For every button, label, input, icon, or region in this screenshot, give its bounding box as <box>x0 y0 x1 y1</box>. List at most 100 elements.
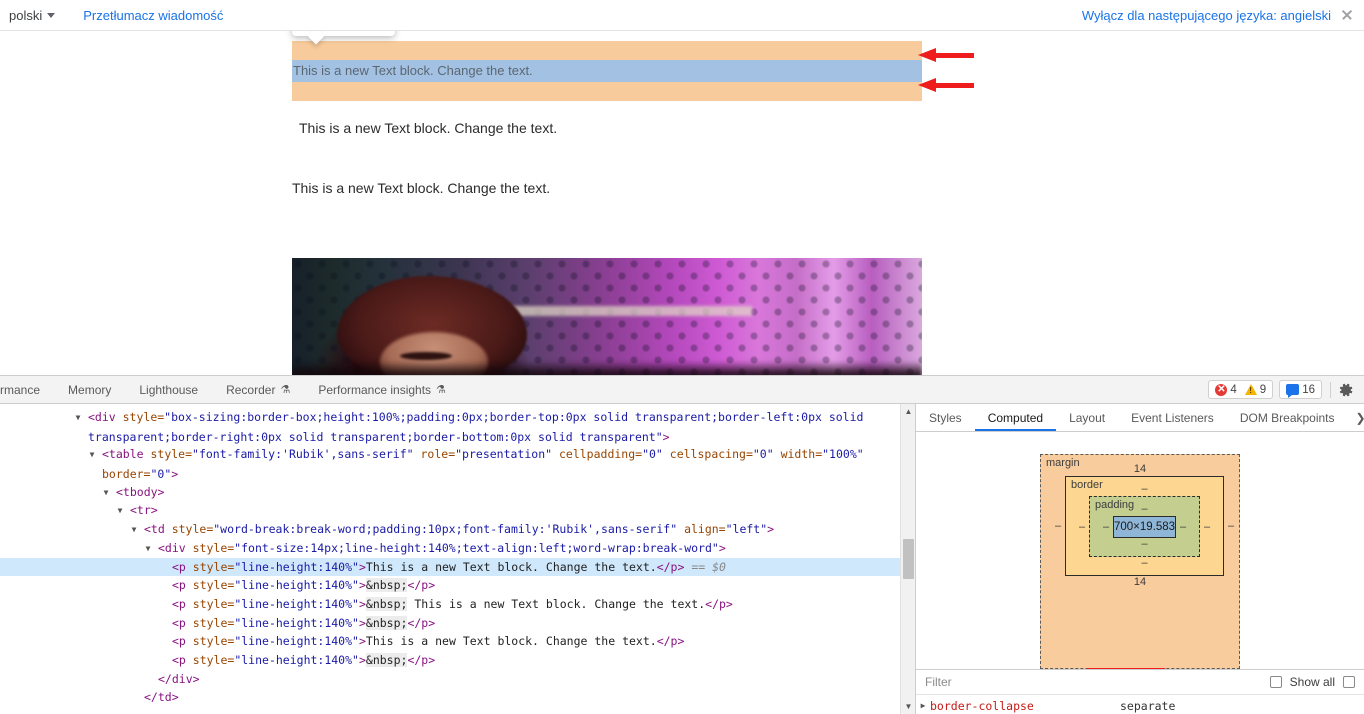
dom-node[interactable]: ▼ <div style="box-sizing:border-box;heigh… <box>0 408 915 445</box>
dom-node[interactable]: ▼ <td style="word-break:break-word;paddin… <box>0 520 915 539</box>
devtools-tab-rformance[interactable]: rformance <box>0 376 54 404</box>
dom-node[interactable]: <p style="line-height:140%">&nbsp;</p> <box>0 651 915 670</box>
filter-input[interactable] <box>925 675 1262 689</box>
code-token-attr: style= <box>192 634 235 649</box>
dom-node[interactable]: ▼ <table style="font-family:'Rubik',sans-… <box>0 445 915 482</box>
dom-node[interactable]: <p style="line-height:140%">&nbsp; This … <box>0 595 915 614</box>
computed-property-row[interactable]: ▶ border-collapse separate <box>916 697 1364 714</box>
box-model-padding-left[interactable]: – <box>1099 521 1113 533</box>
box-model-content[interactable]: 700×19.583 <box>1113 516 1177 538</box>
box-model-border-label: border <box>1071 479 1103 491</box>
scroll-down-icon[interactable]: ▼ <box>901 699 915 714</box>
tab-label: Lighthouse <box>139 382 199 397</box>
dom-tree-scrollbar[interactable]: ▲ ▼ <box>900 404 915 714</box>
group-checkbox[interactable] <box>1343 676 1355 688</box>
computed-properties-list: ▶ border-collapse separate <box>916 695 1364 714</box>
twisty-icon[interactable]: ▼ <box>118 502 130 521</box>
messages-counter-group[interactable]: 16 <box>1279 380 1322 399</box>
margin-band-top <box>292 41 922 60</box>
twisty-icon[interactable]: ▼ <box>146 540 158 559</box>
error-counter[interactable]: ✕ 4 <box>1215 383 1237 396</box>
scroll-up-icon[interactable]: ▲ <box>901 404 915 419</box>
code-token-tag: </p> <box>407 652 436 667</box>
page-viewport: p 700 × 19.58 This is a new Text block. … <box>0 31 1364 375</box>
code-token-attr: style= <box>192 559 235 574</box>
code-token-attr: align= <box>677 522 726 537</box>
dom-tree-code[interactable]: ▼ <div style="box-sizing:border-box;heigh… <box>0 404 915 707</box>
box-model-margin-right[interactable]: – <box>1224 520 1238 532</box>
devtools-tabs: rformance Memory Lighthouse Recorder⚗Perfor… <box>0 376 460 404</box>
styles-sidebar-tabbar: Styles Computed Layout Event Listeners DOM B… <box>916 404 1364 432</box>
code-token-val: "left" <box>725 522 768 537</box>
code-token-val: "0" <box>150 467 172 482</box>
twisty-icon[interactable]: ▼ <box>132 521 144 540</box>
disable-language-link[interactable]: Wyłącz dla następującego języka: angiels… <box>1082 8 1331 23</box>
code-token-tag: > <box>358 578 366 593</box>
close-icon[interactable] <box>1341 9 1353 21</box>
code-token-tag: > <box>718 540 726 555</box>
dom-node[interactable]: ▼ <tr> <box>0 501 915 520</box>
code-token-ent: &nbsp; <box>365 615 408 630</box>
code-token-sel: == $0 <box>684 559 726 574</box>
code-token-tag: <tr> <box>130 503 158 518</box>
chevron-right-icon[interactable]: ❯ <box>1348 404 1364 431</box>
devtools-tab-lighthouse[interactable]: Lighthouse <box>125 376 212 404</box>
warning-counter[interactable]: 9 <box>1244 384 1266 396</box>
translate-message-link[interactable]: Przetłumacz wiadomość <box>83 8 223 23</box>
code-token-tag: </td> <box>144 690 179 705</box>
styles-tab-styles[interactable]: Styles <box>916 404 975 431</box>
show-all-checkbox[interactable] <box>1269 676 1282 688</box>
scrollbar-thumb[interactable] <box>903 539 914 579</box>
twisty-icon[interactable]: ▼ <box>90 446 102 465</box>
tab-label: Memory <box>68 382 112 397</box>
dom-node[interactable]: ▼ <tbody> <box>0 483 915 502</box>
box-model-border-right[interactable]: – <box>1200 521 1214 533</box>
property-name: border-collapse <box>930 698 1034 713</box>
tab-label: rformance <box>0 382 41 397</box>
box-model-margin-bottom[interactable]: 14 <box>1051 576 1229 589</box>
styles-tab-layout[interactable]: Layout <box>1056 404 1118 431</box>
box-model-margin[interactable]: margin 14 – border – – padding – – 700×1… <box>1040 454 1240 669</box>
devtools-tab-memory[interactable]: Memory <box>54 376 125 404</box>
code-token-attr: style= <box>192 615 235 630</box>
arrow-annotation-bottom <box>918 78 974 93</box>
twisty-icon[interactable]: ▼ <box>104 484 116 503</box>
box-model-padding-right[interactable]: – <box>1176 521 1190 533</box>
issues-counter-group[interactable]: ✕ 4 9 <box>1208 380 1274 399</box>
box-model-border[interactable]: border – – padding – – 700×19.583 – – – … <box>1065 476 1225 576</box>
gear-icon[interactable] <box>1338 382 1354 398</box>
box-model-border-bottom[interactable]: – <box>1075 557 1214 570</box>
dom-node[interactable]: </div> <box>0 670 915 689</box>
error-circle-icon: ✕ <box>1215 383 1228 396</box>
language-selector[interactable]: polski <box>9 8 56 23</box>
flask-icon: ⚗ <box>280 383 291 396</box>
code-token-tag: </div> <box>158 671 200 686</box>
code-token-val: "font-family:'Rubik',sans-serif" <box>192 447 414 462</box>
code-token-tag: <p <box>172 578 193 593</box>
box-model-border-left[interactable]: – <box>1075 521 1089 533</box>
dom-node[interactable]: </td> <box>0 688 915 707</box>
styles-tab-event-listeners[interactable]: Event Listeners <box>1118 404 1227 431</box>
dom-node[interactable]: ▼ <div style="font-size:14px;line-height:… <box>0 539 915 558</box>
styles-tab-computed[interactable]: Computed <box>975 404 1056 431</box>
devtools-tab-performance-insights[interactable]: Performance insights ⚗ <box>304 376 460 404</box>
property-twisty-icon[interactable]: ▶ <box>916 701 930 710</box>
dom-tree-panel[interactable]: ▼ <div style="box-sizing:border-box;heigh… <box>0 404 916 714</box>
styles-tab-dom-breakpoints[interactable]: DOM Breakpoints <box>1227 404 1348 431</box>
box-model-padding[interactable]: padding – – 700×19.583 – – <box>1089 496 1201 557</box>
box-model-padding-bottom[interactable]: – <box>1099 538 1190 551</box>
dom-node[interactable]: <p style="line-height:140%">&nbsp;</p> <box>0 576 915 595</box>
devtools-tab-recorder[interactable]: Recorder ⚗ <box>212 376 304 404</box>
box-model-margin-left[interactable]: – <box>1051 520 1065 532</box>
twisty-icon[interactable]: ▼ <box>76 409 88 428</box>
code-token-attr: style= <box>192 578 235 593</box>
dom-node-selected[interactable]: <p style="line-height:140%">This is a ne… <box>0 557 915 577</box>
dom-node[interactable]: <p style="line-height:140%">&nbsp;</p> <box>0 614 915 633</box>
message-counter[interactable]: 16 <box>1286 384 1315 398</box>
dom-node[interactable]: <p style="line-height:140%">This is a ne… <box>0 632 915 651</box>
code-token-tag: <p <box>172 634 193 649</box>
code-token-attr: role= <box>413 447 456 462</box>
